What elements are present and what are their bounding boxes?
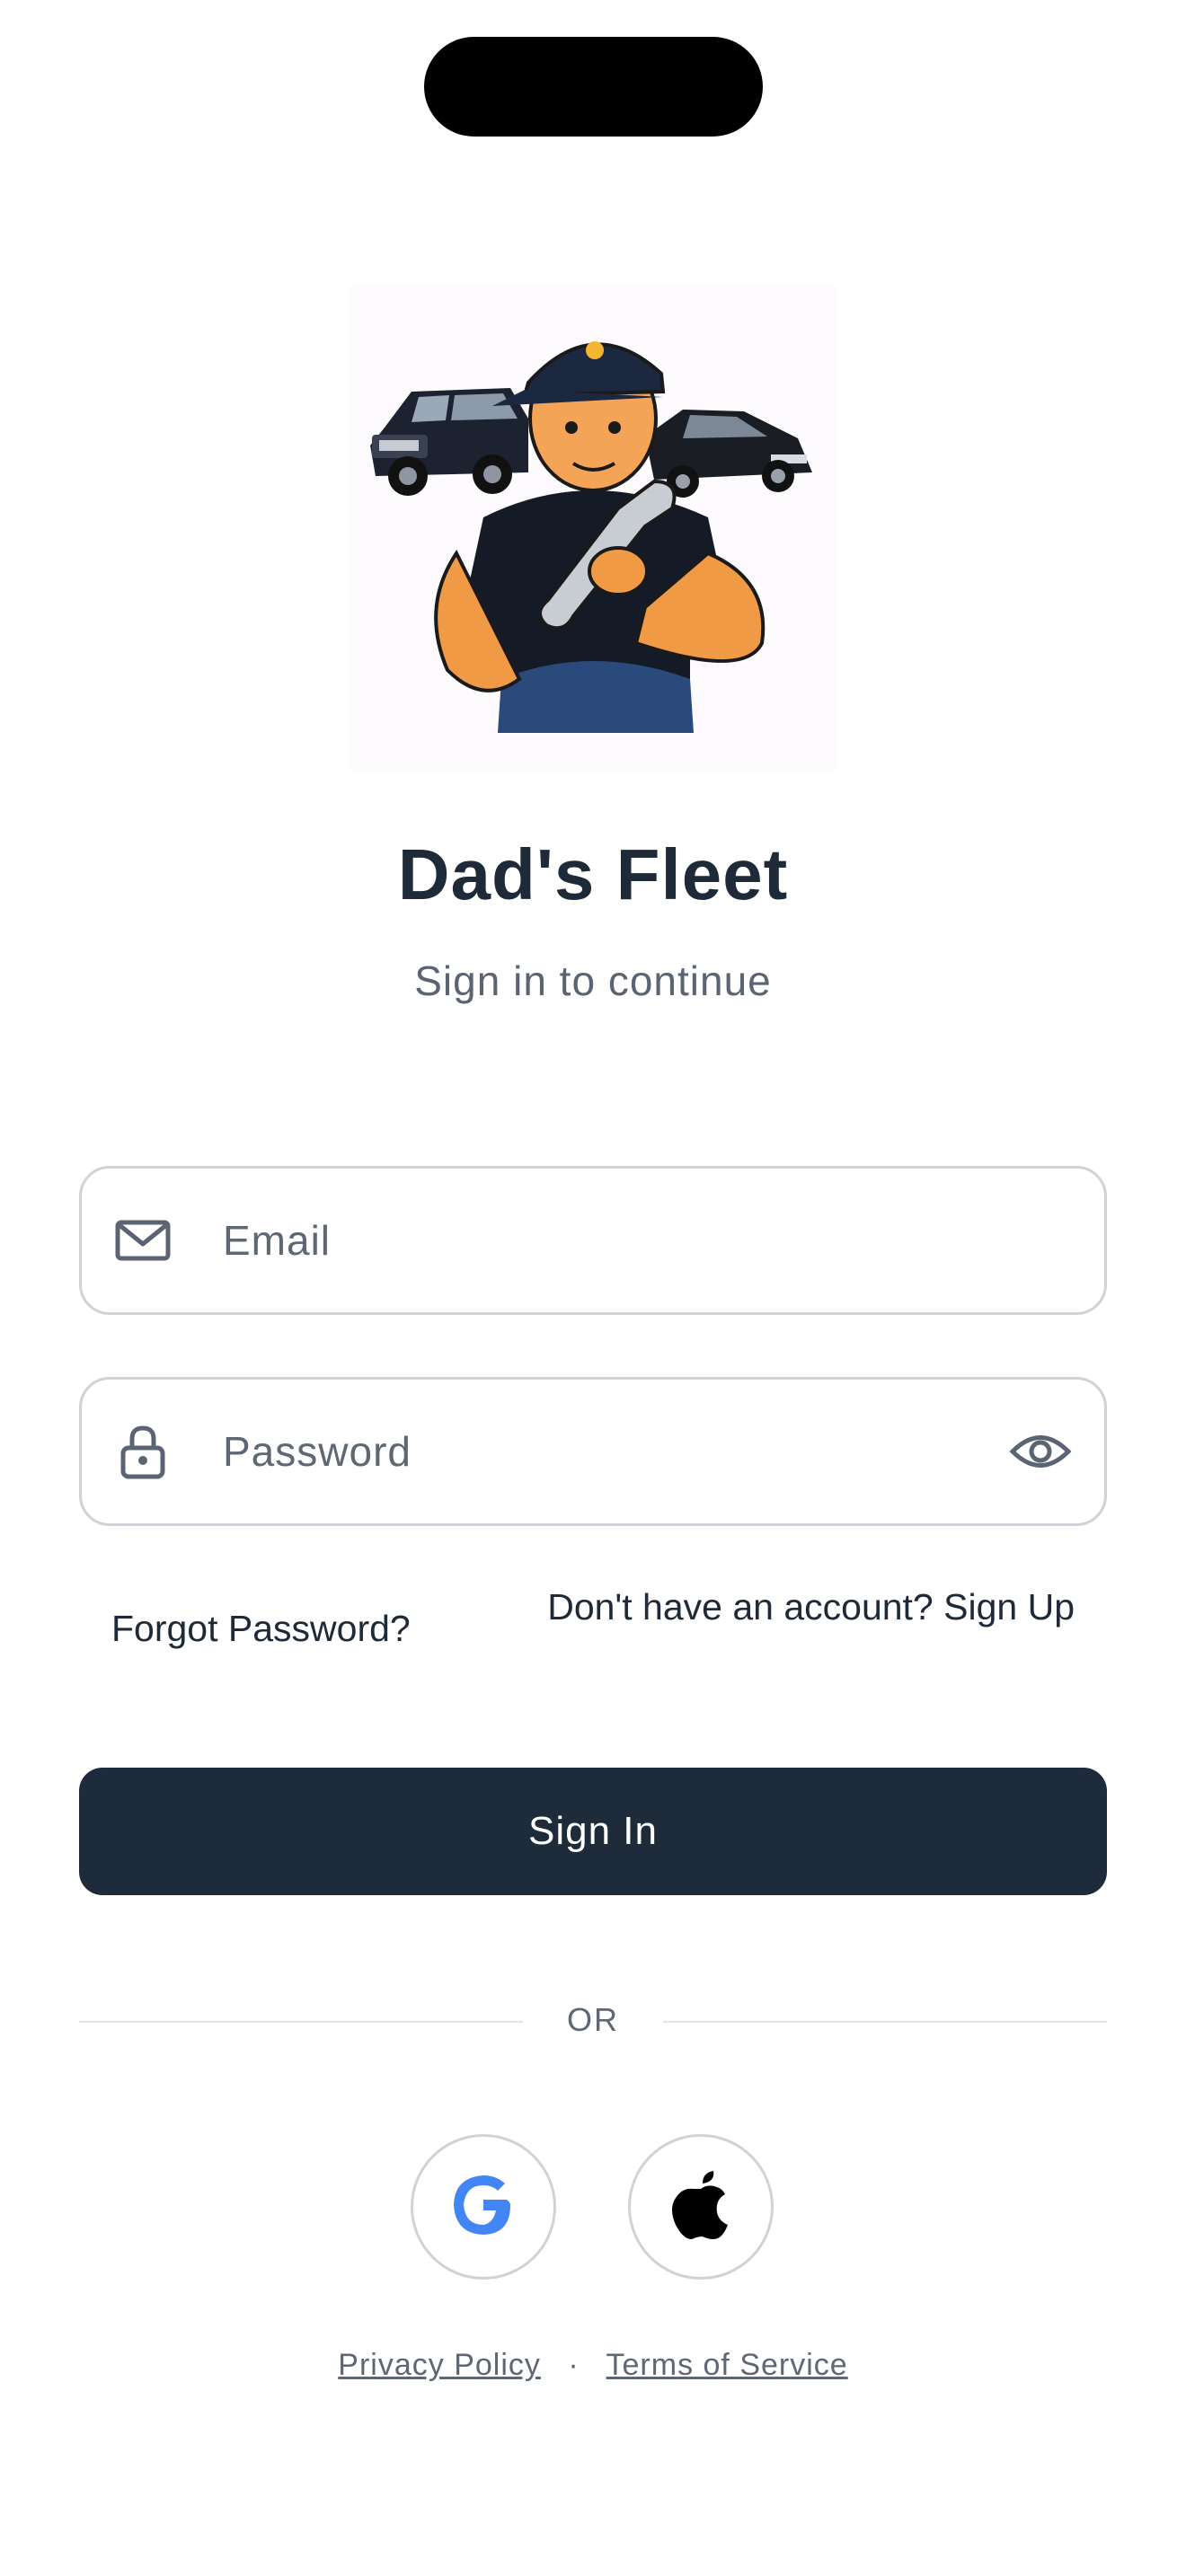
email-input[interactable] bbox=[223, 1169, 942, 1312]
or-divider-label: OR bbox=[567, 2001, 619, 2038]
page-subtitle: Sign in to continue bbox=[414, 957, 772, 1004]
privacy-policy-link[interactable]: Privacy Policy bbox=[338, 2348, 541, 2382]
lock-icon bbox=[114, 1423, 172, 1480]
legal-links: Privacy Policy · Terms of Service bbox=[0, 2348, 1186, 2383]
apple-icon bbox=[668, 2169, 733, 2245]
google-sign-in-button[interactable] bbox=[411, 2134, 556, 2280]
sign-in-button[interactable]: Sign In bbox=[79, 1768, 1107, 1895]
app-logo bbox=[349, 284, 837, 772]
terms-of-service-link[interactable]: Terms of Service bbox=[606, 2348, 848, 2382]
email-field[interactable] bbox=[79, 1166, 1107, 1315]
eye-icon[interactable] bbox=[1009, 1420, 1072, 1483]
apple-sign-in-button[interactable] bbox=[628, 2134, 774, 2280]
forgot-password-link[interactable]: Forgot Password? bbox=[111, 1608, 411, 1650]
mail-icon bbox=[114, 1212, 172, 1269]
password-field[interactable] bbox=[79, 1377, 1107, 1526]
divider-line-left bbox=[79, 2021, 523, 2023]
app-title: Dad's Fleet bbox=[397, 834, 789, 914]
legal-separator: · bbox=[568, 2348, 580, 2382]
password-input[interactable] bbox=[223, 1380, 942, 1523]
google-icon bbox=[451, 2173, 516, 2242]
signup-link[interactable]: Don't have an account? Sign Up bbox=[518, 1581, 1075, 1634]
divider-line-right bbox=[663, 2021, 1107, 2023]
dynamic-island bbox=[424, 37, 763, 137]
